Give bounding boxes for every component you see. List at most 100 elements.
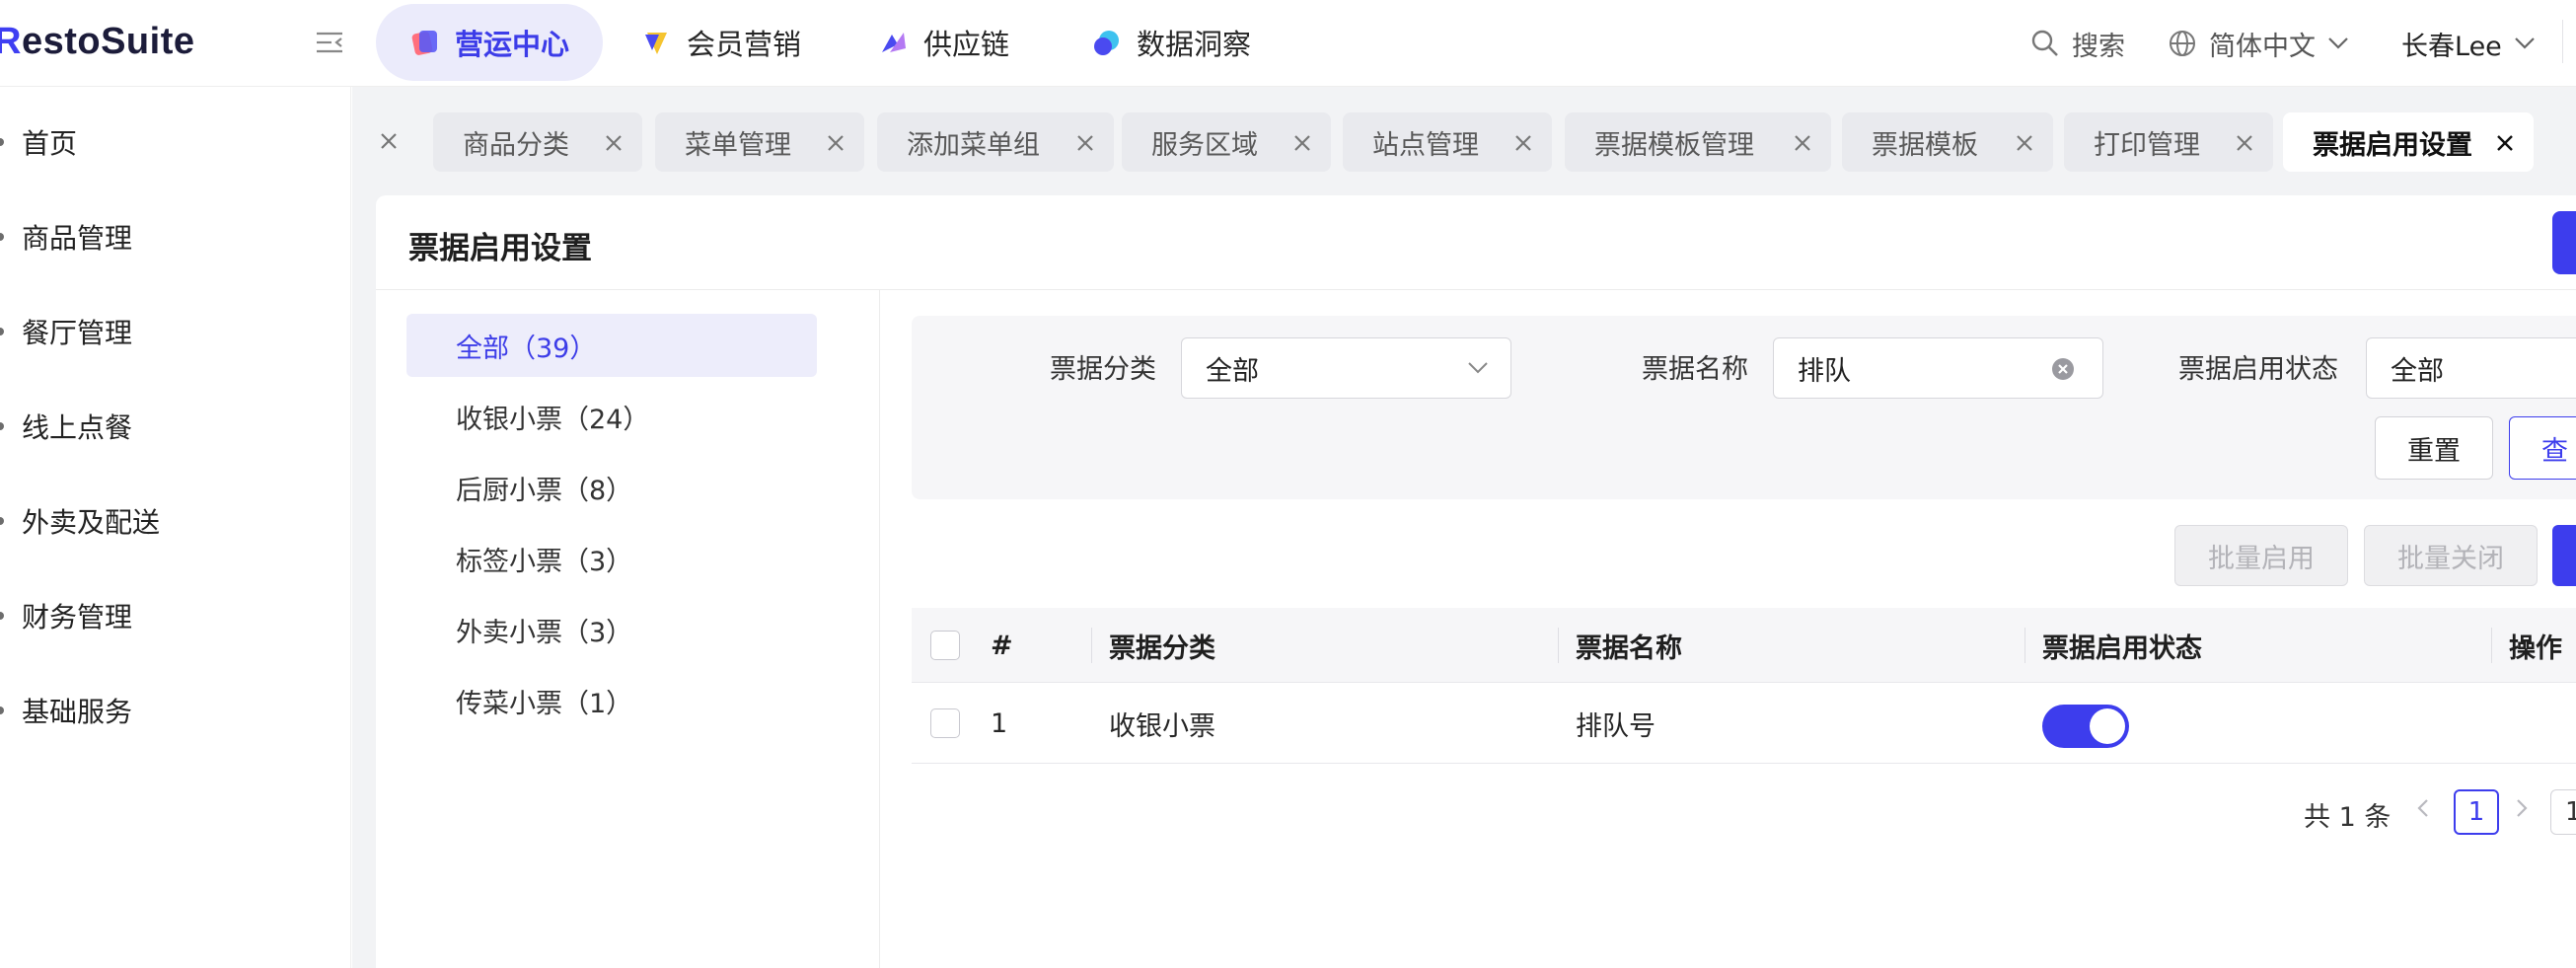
- receipt-name-input[interactable]: 排队: [1773, 337, 2103, 399]
- tab-close-icon[interactable]: [1512, 130, 1536, 154]
- column-divider: [1558, 628, 1559, 663]
- receipt-status-select[interactable]: 全部: [2366, 337, 2576, 399]
- category-panel: 全部（39） 收银小票（24） 后厨小票（8） 标签小票（3） 外卖小票（3） …: [376, 290, 880, 968]
- sidebar-item-online-ordering[interactable]: 线上点餐: [0, 397, 132, 456]
- sidebar-item-delivery[interactable]: 外卖及配送: [0, 491, 160, 551]
- enable-toggle[interactable]: [2042, 705, 2129, 748]
- select-all-checkbox[interactable]: [930, 631, 960, 660]
- tab-label: 打印管理: [2094, 129, 2200, 161]
- batch-enable-button[interactable]: 批量启用: [2174, 525, 2348, 586]
- page-number-current[interactable]: 1: [2454, 789, 2499, 835]
- tab-label: 添加菜单组: [907, 129, 1040, 161]
- cell-category: 收银小票: [1109, 710, 1215, 742]
- category-label: 标签小票（3）: [456, 546, 633, 577]
- query-button[interactable]: 查: [2509, 416, 2576, 480]
- bullet-icon: [0, 612, 4, 620]
- tab-station-management[interactable]: 站点管理: [1343, 112, 1552, 172]
- sidebar-item-basic-services[interactable]: 基础服务: [0, 681, 132, 740]
- tab-label: 票据模板管理: [1594, 129, 1754, 161]
- header-action-button[interactable]: [2552, 211, 2576, 274]
- page-title: 票据启用设置: [408, 231, 592, 266]
- menu-collapse-icon[interactable]: [314, 28, 345, 57]
- batch-disable-label: 批量关闭: [2397, 543, 2504, 574]
- sidebar-item-products[interactable]: 商品管理: [0, 207, 132, 266]
- tab-print-management[interactable]: 打印管理: [2064, 112, 2273, 172]
- sidebar-item-label: 外卖及配送: [22, 506, 161, 539]
- module-tab-operations[interactable]: 营运中心: [376, 4, 604, 81]
- batch-disable-button[interactable]: 批量关闭: [2364, 525, 2538, 586]
- logo-initial: R: [0, 20, 22, 62]
- category-item-cashier[interactable]: 收银小票（24）: [406, 385, 817, 448]
- app-logo[interactable]: RestoSuite: [0, 18, 195, 65]
- category-label: 外卖小票（3）: [456, 617, 633, 648]
- receipt-category-select[interactable]: 全部: [1181, 337, 1511, 399]
- bullet-icon: [0, 233, 4, 241]
- category-item-kitchen[interactable]: 后厨小票（8）: [406, 456, 817, 519]
- tab-menu-management[interactable]: 菜单管理: [655, 112, 864, 172]
- tab-close-icon[interactable]: [2234, 130, 2257, 154]
- row-checkbox[interactable]: [930, 708, 960, 738]
- next-page-icon[interactable]: [2513, 795, 2531, 828]
- tab-close-icon[interactable]: [1074, 130, 1098, 154]
- tab-close-icon[interactable]: [378, 130, 402, 154]
- module-tab-label: 数据洞察: [1137, 28, 1252, 61]
- tab-product-category[interactable]: 商品分类: [433, 112, 642, 172]
- sidebar-item-restaurant[interactable]: 餐厅管理: [0, 302, 132, 361]
- category-item-all[interactable]: 全部（39）: [406, 314, 817, 377]
- header-operation: 操作: [2509, 633, 2562, 664]
- bullet-icon: [0, 707, 4, 714]
- chevron-down-icon: [2328, 37, 2348, 49]
- clear-icon[interactable]: [2051, 357, 2075, 381]
- search-icon: [2031, 30, 2058, 56]
- cell-name: 排队号: [1576, 710, 1656, 742]
- bullet-icon: [0, 138, 4, 146]
- global-search[interactable]: 搜索: [2030, 24, 2125, 63]
- sidebar-item-home[interactable]: 首页: [0, 112, 77, 172]
- tab-close-icon[interactable]: [603, 130, 626, 154]
- category-label: 后厨小票（8）: [456, 475, 633, 506]
- sidebar-item-finance[interactable]: 财务管理: [0, 586, 132, 645]
- tab-close-icon[interactable]: [2494, 130, 2518, 154]
- user-menu[interactable]: 长春Lee: [2401, 24, 2547, 63]
- goto-page-input[interactable]: 1: [2550, 789, 2576, 835]
- tab-close-icon[interactable]: [2014, 130, 2037, 154]
- tab-close-icon[interactable]: [1291, 130, 1315, 154]
- table-row: 1 收银小票 排队号: [912, 683, 2576, 764]
- sidebar-item-label: 商品管理: [22, 222, 133, 255]
- category-label: 传菜小票（1）: [456, 688, 633, 719]
- tab-add-menu-group[interactable]: 添加菜单组: [877, 112, 1114, 172]
- tab-receipt-enable-settings[interactable]: 票据启用设置: [2283, 112, 2534, 172]
- category-item-takeout[interactable]: 外卖小票（3）: [406, 598, 817, 661]
- tab-receipt-template[interactable]: 票据模板: [1842, 112, 2053, 172]
- tab-label: 站点管理: [1372, 129, 1479, 161]
- tab-receipt-template-management[interactable]: 票据模板管理: [1565, 112, 1831, 172]
- module-tab-label: 会员营销: [687, 28, 802, 61]
- category-item-label[interactable]: 标签小票（3）: [406, 527, 817, 590]
- tab-close-icon[interactable]: [1792, 130, 1815, 154]
- sidebar-item-label: 餐厅管理: [22, 317, 133, 349]
- header-status: 票据启用状态: [2042, 633, 2202, 664]
- filter-name-label: 票据名称: [1642, 354, 1748, 385]
- module-tab-label: 供应链: [923, 28, 1010, 61]
- content-card: 票据启用设置 全部（39） 收银小票（24） 后厨小票（8） 标签小票（3） 外…: [376, 195, 2576, 968]
- tab-service-area[interactable]: 服务区域: [1122, 112, 1331, 172]
- filter-category-label: 票据分类: [1050, 354, 1156, 385]
- chevron-down-icon: [2515, 37, 2535, 49]
- language-switcher[interactable]: 简体中文: [2168, 24, 2361, 63]
- tab-close-icon[interactable]: [825, 130, 848, 154]
- category-item-serving[interactable]: 传菜小票（1）: [406, 669, 817, 732]
- tab-label: 服务区域: [1151, 129, 1258, 161]
- primary-action-button[interactable]: [2552, 525, 2576, 586]
- module-tab-member-marketing[interactable]: 会员营销: [608, 4, 835, 81]
- data-insights-icon: [1091, 27, 1123, 58]
- header-divider: [2562, 20, 2563, 63]
- reset-button[interactable]: 重置: [2375, 416, 2493, 480]
- column-divider: [2491, 628, 2492, 663]
- filter-panel: 票据分类 全部 票据名称 排队 票据启用状态 全部 重置 查: [912, 316, 2576, 499]
- module-tab-supply-chain[interactable]: 供应链: [845, 4, 1043, 81]
- module-tab-data-insights[interactable]: 数据洞察: [1058, 4, 1285, 81]
- tab-label: 票据模板: [1872, 129, 1978, 161]
- prev-page-icon[interactable]: [2414, 795, 2432, 828]
- user-name: 长春Lee: [2401, 31, 2502, 62]
- bullet-icon: [0, 422, 4, 430]
